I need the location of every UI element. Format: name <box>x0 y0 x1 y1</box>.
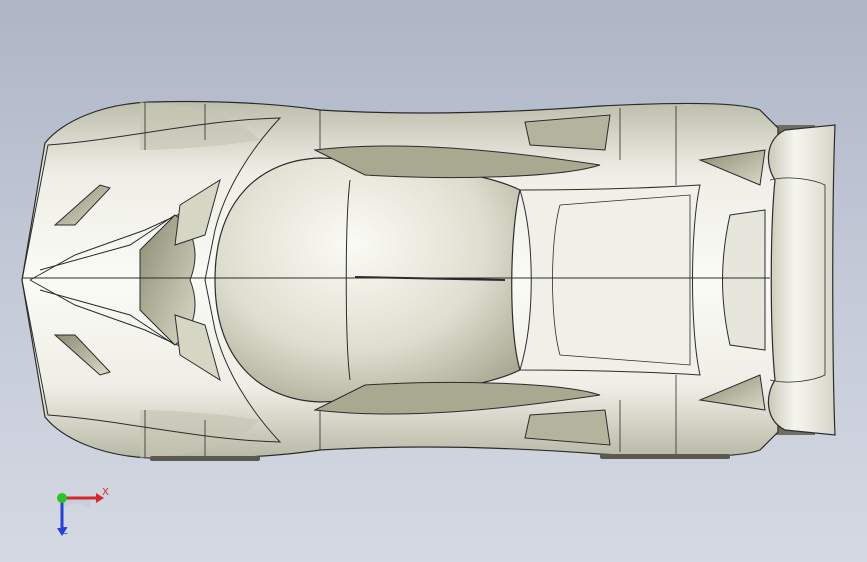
z-axis-label: Z <box>61 526 68 537</box>
cad-viewport[interactable]: X Z <box>0 0 867 562</box>
origin-dot <box>57 493 67 503</box>
engine-cover <box>519 184 701 376</box>
rear-light <box>722 209 766 351</box>
x-axis-label: X <box>102 487 109 498</box>
car-model[interactable] <box>0 0 867 562</box>
